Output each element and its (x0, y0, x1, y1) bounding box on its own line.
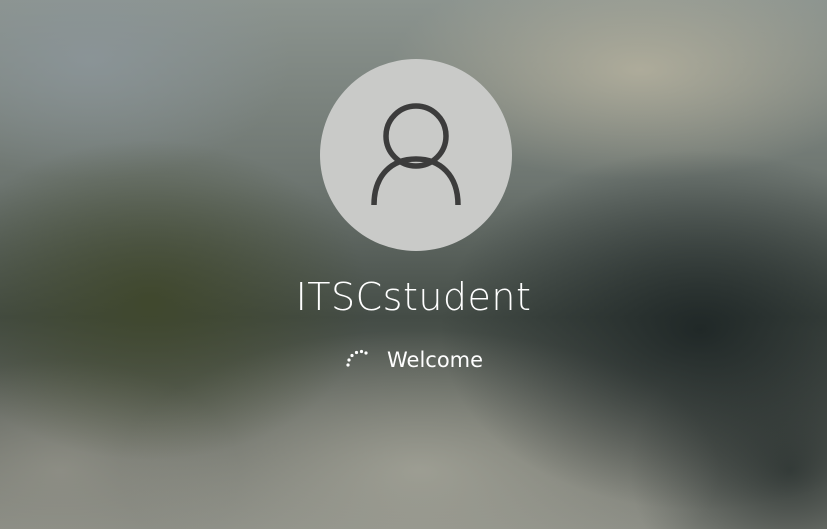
user-avatar (320, 59, 512, 251)
welcome-status-text: Welcome (387, 348, 484, 372)
sign-in-status: Welcome (343, 342, 483, 378)
loading-spinner-icon (346, 349, 368, 367)
user-silhouette-icon (371, 103, 461, 206)
username-label: ITSCstudent (295, 275, 532, 319)
